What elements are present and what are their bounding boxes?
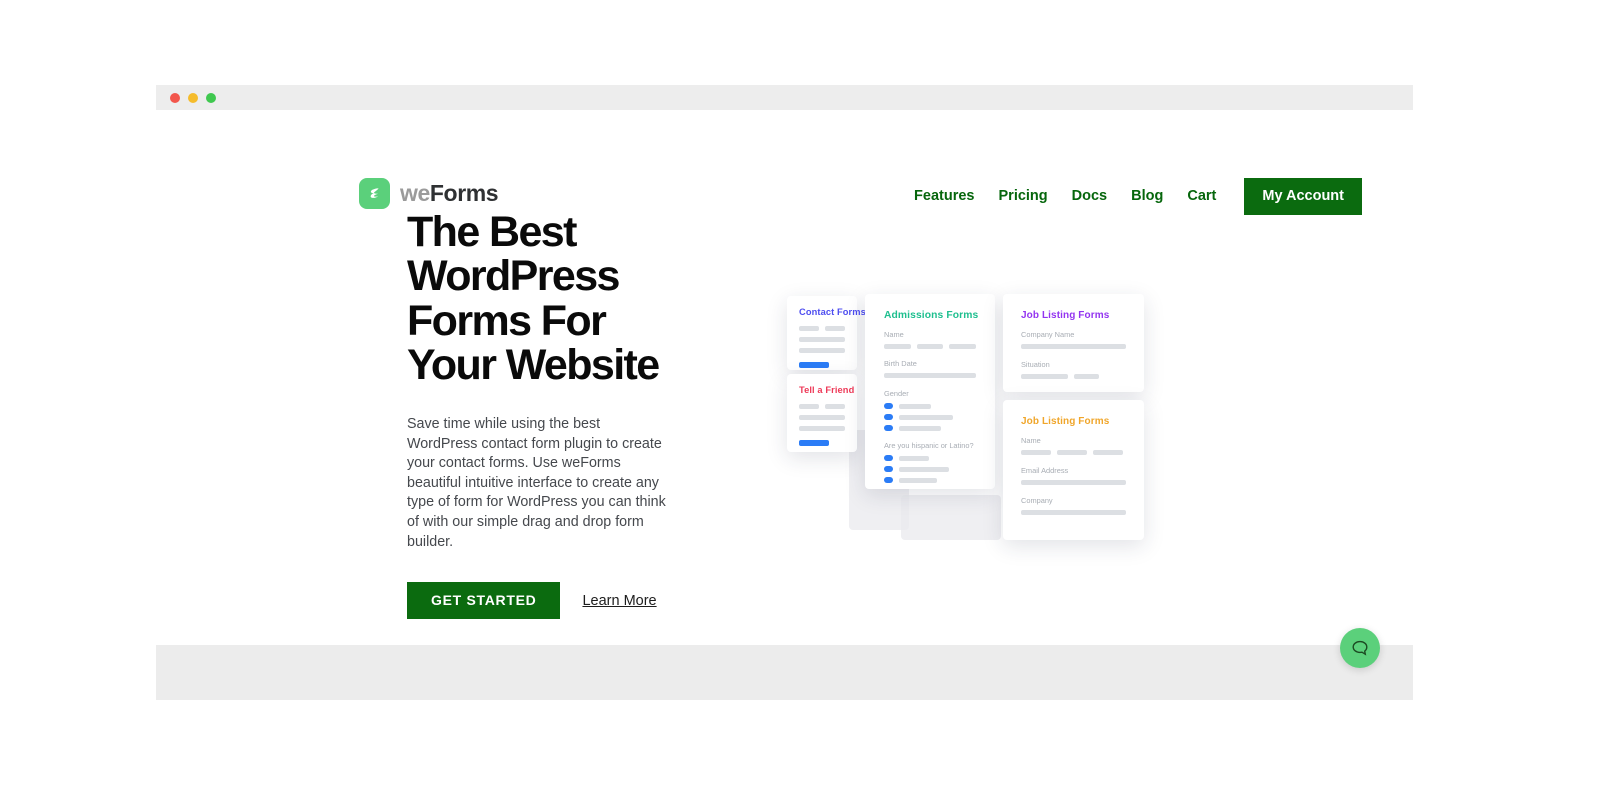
radio-option[interactable]: [884, 466, 976, 472]
hero-description: Save time while using the best WordPress…: [407, 416, 666, 550]
page-root: weForms Features Pricing Docs Blog Cart …: [0, 0, 1601, 801]
form-card-title: Tell a Friend: [799, 385, 855, 395]
field-label-gender: Gender: [884, 389, 909, 398]
form-card-job-listing-orange[interactable]: Job Listing Forms Name Email Address Com…: [1003, 400, 1144, 540]
radio-icon: [884, 455, 893, 461]
submit-placeholder-button: [799, 440, 829, 446]
radio-icon: [884, 477, 893, 483]
brand-name-forms: Forms: [429, 180, 499, 206]
radio-option[interactable]: [884, 455, 976, 461]
field-label-name: Name: [884, 330, 904, 339]
field-placeholder-bar: [1021, 480, 1126, 485]
get-started-button[interactable]: GET STARTED: [407, 582, 561, 620]
form-cards-illustration: Contact Forms Tell a Friend Admissions F…: [771, 280, 1171, 540]
form-card-tell-a-friend[interactable]: Tell a Friend: [787, 374, 857, 452]
hero-actions: GET STARTED Learn More: [407, 582, 697, 620]
radio-icon: [884, 414, 893, 420]
form-card-title: Admissions Forms: [884, 310, 979, 321]
field-placeholder-bar: [799, 348, 845, 353]
field-label-situation: Situation: [1021, 360, 1050, 369]
main-navigation: Features Pricing Docs Blog Cart My Accou…: [902, 178, 1362, 215]
radio-option[interactable]: [884, 477, 976, 483]
window-controls: [170, 93, 216, 103]
footer-strip: [156, 645, 1413, 700]
form-card-title: Job Listing Forms: [1021, 416, 1110, 427]
chat-widget-button[interactable]: [1340, 628, 1380, 668]
minimize-window-button[interactable]: [188, 93, 198, 103]
hero-section: The Best WordPress Forms For Your Websit…: [407, 208, 697, 620]
weforms-mark-icon: [359, 178, 390, 209]
form-card-contact-forms[interactable]: Contact Forms: [787, 296, 866, 370]
field-placeholder-bar: [1021, 510, 1126, 515]
field-label-birth-date: Birth Date: [884, 359, 917, 368]
form-card-title: Contact Forms: [799, 307, 866, 317]
chat-bubble-icon: [1352, 640, 1368, 656]
field-label-hispanic-latino: Are you hispanic or Latino?: [884, 441, 974, 450]
hero-headline: The Best WordPress Forms For Your Websit…: [407, 208, 660, 389]
maximize-window-button[interactable]: [206, 93, 216, 103]
my-account-button[interactable]: My Account: [1244, 178, 1362, 215]
browser-window: weForms Features Pricing Docs Blog Cart …: [156, 85, 1413, 700]
field-placeholder-row: [799, 404, 845, 409]
nav-link-cart[interactable]: Cart: [1175, 178, 1228, 215]
radio-option[interactable]: [884, 425, 976, 431]
field-placeholder-bar: [799, 426, 845, 431]
form-card-job-listing-purple[interactable]: Job Listing Forms Company Name Situation: [1003, 294, 1144, 392]
radio-icon: [884, 466, 893, 472]
field-placeholder-row: [1021, 374, 1126, 379]
radio-icon: [884, 403, 893, 409]
field-placeholder-bar: [799, 337, 845, 342]
brand-name: weForms: [400, 180, 499, 206]
close-window-button[interactable]: [170, 93, 180, 103]
brand-name-we: we: [400, 180, 430, 206]
field-placeholder-bar: [1021, 344, 1126, 349]
site-header: [156, 110, 1413, 178]
nav-link-features[interactable]: Features: [902, 178, 986, 215]
field-label-company-name: Company Name: [1021, 330, 1075, 339]
radio-icon: [884, 425, 893, 431]
nav-link-docs[interactable]: Docs: [1060, 178, 1119, 215]
field-label-email-address: Email Address: [1021, 466, 1069, 475]
field-placeholder-bar: [799, 415, 845, 420]
radio-option[interactable]: [884, 414, 976, 420]
field-placeholder-row: [884, 344, 977, 349]
radio-option[interactable]: [884, 403, 976, 409]
browser-titlebar: [156, 85, 1413, 110]
field-placeholder-row: [1021, 450, 1126, 455]
brand-logo[interactable]: weForms: [359, 178, 499, 209]
field-placeholder-bar: [884, 373, 976, 378]
nav-link-blog[interactable]: Blog: [1119, 178, 1175, 215]
field-label-company: Company: [1021, 496, 1053, 505]
field-label-name: Name: [1021, 436, 1041, 445]
form-card-admissions-forms[interactable]: Admissions Forms Name Birth Date Gender …: [865, 294, 995, 489]
card-shadow-placeholder: [901, 495, 1001, 540]
learn-more-link[interactable]: Learn More: [582, 593, 656, 609]
submit-placeholder-button: [799, 362, 829, 368]
field-placeholder-row: [799, 326, 845, 331]
nav-link-pricing[interactable]: Pricing: [987, 178, 1060, 215]
form-card-title: Job Listing Forms: [1021, 310, 1110, 321]
